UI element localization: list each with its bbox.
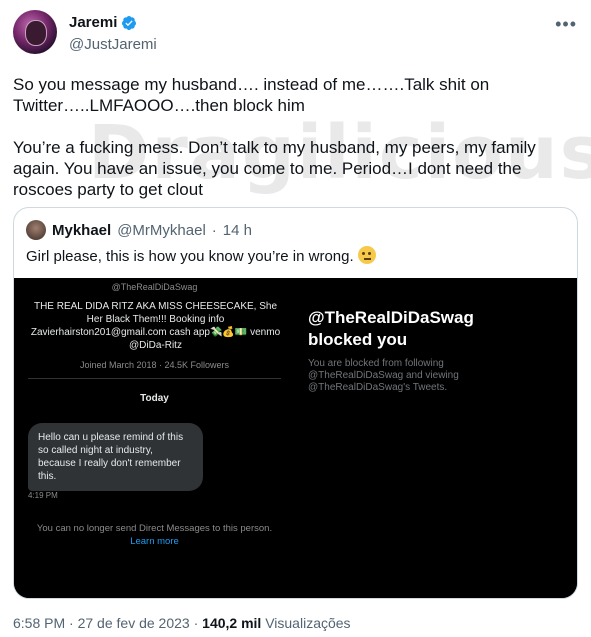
quoted-media[interactable]: @TheRealDiDaSwag THE REAL DIDA RITZ AKA … [14, 278, 577, 598]
dm-blocked-notice: You can no longer send Direct Messages t… [36, 523, 273, 534]
more-options-icon[interactable]: ••• [555, 14, 577, 35]
verified-badge-icon [122, 15, 137, 30]
views-count: 140,2 mil [202, 615, 262, 631]
screenshot-dm[interactable]: @TheRealDiDaSwag THE REAL DIDA RITZ AKA … [14, 278, 295, 598]
blocked-description: You are blocked from following @TheRealD… [308, 358, 459, 393]
screenshot-blocked[interactable]: @TheRealDiDaSwag blocked you You are blo… [297, 278, 577, 598]
quoted-author-handle[interactable]: @MrMykhael [117, 222, 206, 239]
dm-profile-bio: THE REAL DIDA RITZ AKA MISS CHEESECAKE, … [30, 301, 281, 351]
footer-dot: · [69, 615, 74, 631]
views-label[interactable]: Visualizações [265, 615, 350, 631]
blocked-handle: @TheRealDiDaSwag [308, 308, 474, 327]
dm-profile-joined: Joined March 2018 · 24.5K Followers [79, 360, 230, 370]
quoted-separator: · [211, 221, 217, 239]
author-name-row[interactable]: Jaremi [69, 14, 137, 31]
tweet-time[interactable]: 6:58 PM [13, 615, 65, 631]
dm-profile-handle: @TheRealDiDaSwag [111, 282, 198, 292]
tweet-date[interactable]: 27 de fev de 2023 [78, 615, 190, 631]
author-avatar[interactable] [13, 10, 57, 54]
footer-dot-2: · [193, 615, 199, 631]
quoted-tweet-header: Mykhael @MrMykhael · 14 h [26, 220, 252, 240]
quoted-tweet-text: Girl please, this is how you know you’re… [26, 246, 376, 265]
tweet-paragraph-2: You’re a fucking mess. Don’t talk to my … [13, 138, 536, 199]
dm-divider [28, 378, 281, 379]
dm-date-label: Today [140, 393, 169, 404]
quoted-tweet[interactable]: Mykhael @MrMykhael · 14 h Girl please, t… [13, 207, 578, 599]
dm-message-bubble: Hello can u please remind of this so cal… [28, 423, 203, 491]
dm-message-time: 4:19 PM [28, 491, 58, 500]
quoted-author-name[interactable]: Mykhael [52, 222, 111, 239]
tweet-header: Jaremi @JustJaremi ••• [13, 10, 583, 56]
quoted-author-avatar[interactable] [26, 220, 46, 240]
quoted-text: Girl please, this is how you know you’re… [26, 248, 354, 265]
tweet-paragraph-1: So you message my husband…. instead of m… [13, 75, 490, 115]
tweet-footer: 6:58 PM · 27 de fev de 2023 · 140,2 mil … [13, 615, 351, 631]
quoted-time[interactable]: 14 h [223, 222, 252, 239]
dm-learn-more-link: Learn more [130, 536, 179, 547]
tweet-body: So you message my husband…. instead of m… [13, 74, 578, 221]
blocked-title: blocked you [308, 330, 408, 349]
author-handle[interactable]: @JustJaremi [69, 36, 157, 53]
author-name[interactable]: Jaremi [69, 14, 117, 31]
rolling-eyes-emoji-icon [357, 246, 376, 264]
